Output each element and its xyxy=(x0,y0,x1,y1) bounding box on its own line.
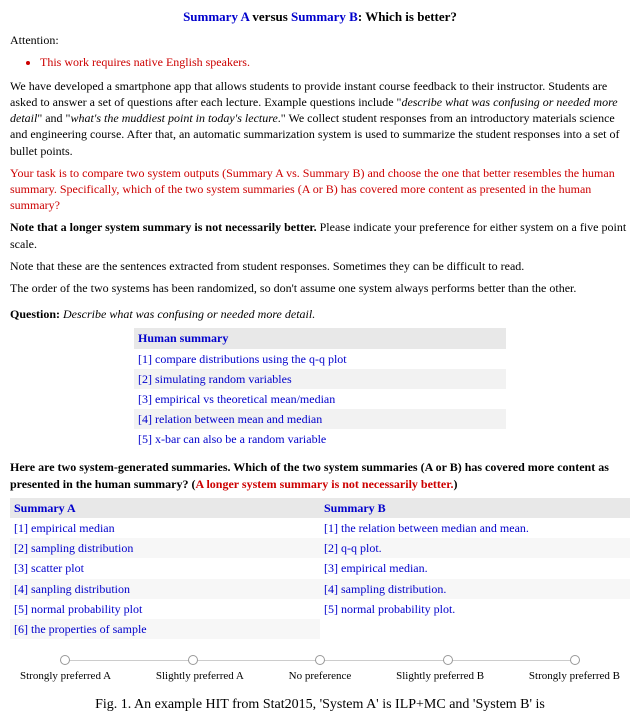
page-title: Summary A versus Summary B: Which is bet… xyxy=(10,8,630,26)
summary-a-item: [6] the properties of sample xyxy=(10,619,320,639)
slider-labels: Strongly preferred A Slightly preferred … xyxy=(20,669,620,684)
title-summary-a: Summary A xyxy=(183,9,249,24)
summary-a-column: Summary A [1] empirical median [2] sampl… xyxy=(10,498,320,639)
instruction-close: ) xyxy=(453,477,457,491)
summary-b-header: Summary B xyxy=(320,498,630,518)
summary-a-item: [4] sanpling distribution xyxy=(10,579,320,599)
slider-dot[interactable] xyxy=(188,655,198,665)
question-line: Question: Describe what was confusing or… xyxy=(10,306,630,322)
summary-b-item: [1] the relation between median and mean… xyxy=(320,518,630,538)
summary-a-header: Summary A xyxy=(10,498,320,518)
note-random: The order of the two systems has been ra… xyxy=(10,280,630,296)
human-summary-item: [1] compare distributions using the q-q … xyxy=(134,349,506,369)
slider-label: Slightly preferred A xyxy=(156,669,244,684)
intro-paragraph: We have developed a smartphone app that … xyxy=(10,78,630,159)
slider-label: Strongly preferred A xyxy=(20,669,111,684)
summary-b-item: [2] q-q plot. xyxy=(320,538,630,558)
human-summary-item: [3] empirical vs theoretical mean/median xyxy=(134,389,506,409)
title-suffix: : Which is better? xyxy=(358,9,457,24)
summary-a-item: [3] scatter plot xyxy=(10,558,320,578)
note-sentences: Note that these are the sentences extrac… xyxy=(10,258,630,274)
instruction-red: A longer system summary is not necessari… xyxy=(195,477,453,491)
slider-dot[interactable] xyxy=(60,655,70,665)
question-text: Describe what was confusing or needed mo… xyxy=(60,307,315,321)
intro-text-b: " and " xyxy=(37,111,70,125)
summary-b-item: [4] sampling distribution. xyxy=(320,579,630,599)
task-description: Your task is to compare two system outpu… xyxy=(10,165,630,214)
attention-label: Attention: xyxy=(10,32,630,48)
summary-b-item: [5] normal probability plot. xyxy=(320,599,630,619)
human-summary-item: [5] x-bar can also be a random variable xyxy=(134,429,506,449)
summary-a-item: [1] empirical median xyxy=(10,518,320,538)
comparison-instruction: Here are two system-generated summaries.… xyxy=(10,459,630,491)
intro-q2: what's the muddiest point in today's lec… xyxy=(70,111,277,125)
slider-dot[interactable] xyxy=(443,655,453,665)
attention-bullet: This work requires native English speake… xyxy=(40,54,630,70)
summary-a-item: [5] normal probability plot xyxy=(10,599,320,619)
human-summary-item: [4] relation between mean and median xyxy=(134,409,506,429)
slider-track[interactable] xyxy=(60,655,580,665)
summary-b-column: Summary B [1] the relation between media… xyxy=(320,498,630,639)
human-summary-header: Human summary xyxy=(134,328,506,348)
slider-label: Slightly preferred B xyxy=(396,669,484,684)
slider-label: No preference xyxy=(289,669,352,684)
note-longer: Note that a longer system summary is not… xyxy=(10,219,630,251)
title-versus: versus xyxy=(249,9,291,24)
slider-label: Strongly preferred B xyxy=(529,669,620,684)
slider-dot[interactable] xyxy=(315,655,325,665)
figure-caption: Fig. 1. An example HIT from Stat2015, 'S… xyxy=(10,696,630,715)
human-summary: Human summary [1] compare distributions … xyxy=(134,328,506,449)
slider-dot[interactable] xyxy=(570,655,580,665)
summary-b-item: [3] empirical median. xyxy=(320,558,630,578)
question-label: Question: xyxy=(10,307,60,321)
human-summary-item: [2] simulating random variables xyxy=(134,369,506,389)
summary-columns: Summary A [1] empirical median [2] sampl… xyxy=(10,498,630,639)
note-longer-bold: Note that a longer system summary is not… xyxy=(10,220,317,234)
title-summary-b: Summary B xyxy=(291,9,358,24)
summary-a-item: [2] sampling distribution xyxy=(10,538,320,558)
preference-slider[interactable]: Strongly preferred A Slightly preferred … xyxy=(10,655,630,684)
